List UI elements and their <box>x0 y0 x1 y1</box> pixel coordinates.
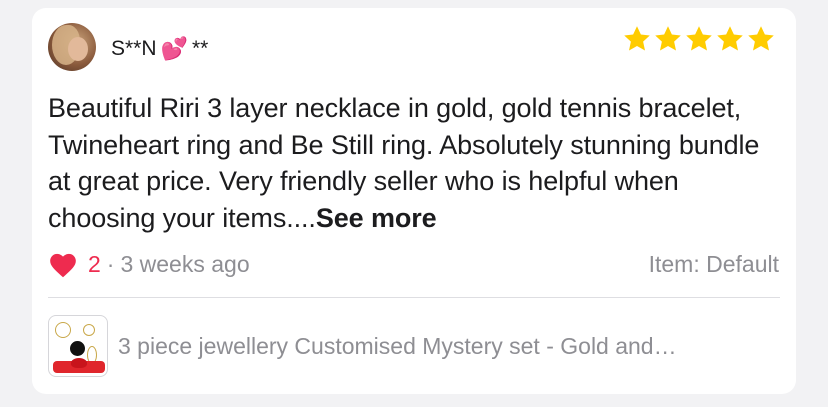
see-more-link[interactable]: See more <box>316 203 437 233</box>
review-time: 3 weeks ago <box>120 251 250 277</box>
star-icon <box>684 24 714 54</box>
product-thumbnail[interactable] <box>48 315 108 377</box>
star-icon <box>715 24 745 54</box>
reviewer-name: S**N 💕 ** <box>111 36 208 62</box>
divider <box>48 297 780 298</box>
user-avatar[interactable] <box>48 23 96 71</box>
meta-separator: · <box>106 251 115 277</box>
star-icon <box>653 24 683 54</box>
review-text: Beautiful Riri 3 layer necklace in gold,… <box>48 90 788 236</box>
review-card: S**N 💕 ** Beautiful Riri 3 layer necklac… <box>32 8 796 394</box>
star-icon <box>622 24 652 54</box>
reviewer-name-suffix: ** <box>191 37 209 60</box>
star-icon <box>746 24 776 54</box>
review-meta: 2 · 3 weeks ago Item: Default <box>49 251 779 278</box>
star-rating <box>622 24 776 54</box>
item-variant: Item: Default <box>648 251 779 277</box>
product-link[interactable]: 3 piece jewellery Customised Mystery set… <box>48 315 780 377</box>
heart-icon[interactable] <box>49 252 77 278</box>
reviewer-name-text: S**N <box>111 37 157 60</box>
two-hearts-emoji: 💕 <box>160 36 188 61</box>
product-title[interactable]: 3 piece jewellery Customised Mystery set… <box>118 333 677 360</box>
like-count: 2 <box>88 251 101 277</box>
